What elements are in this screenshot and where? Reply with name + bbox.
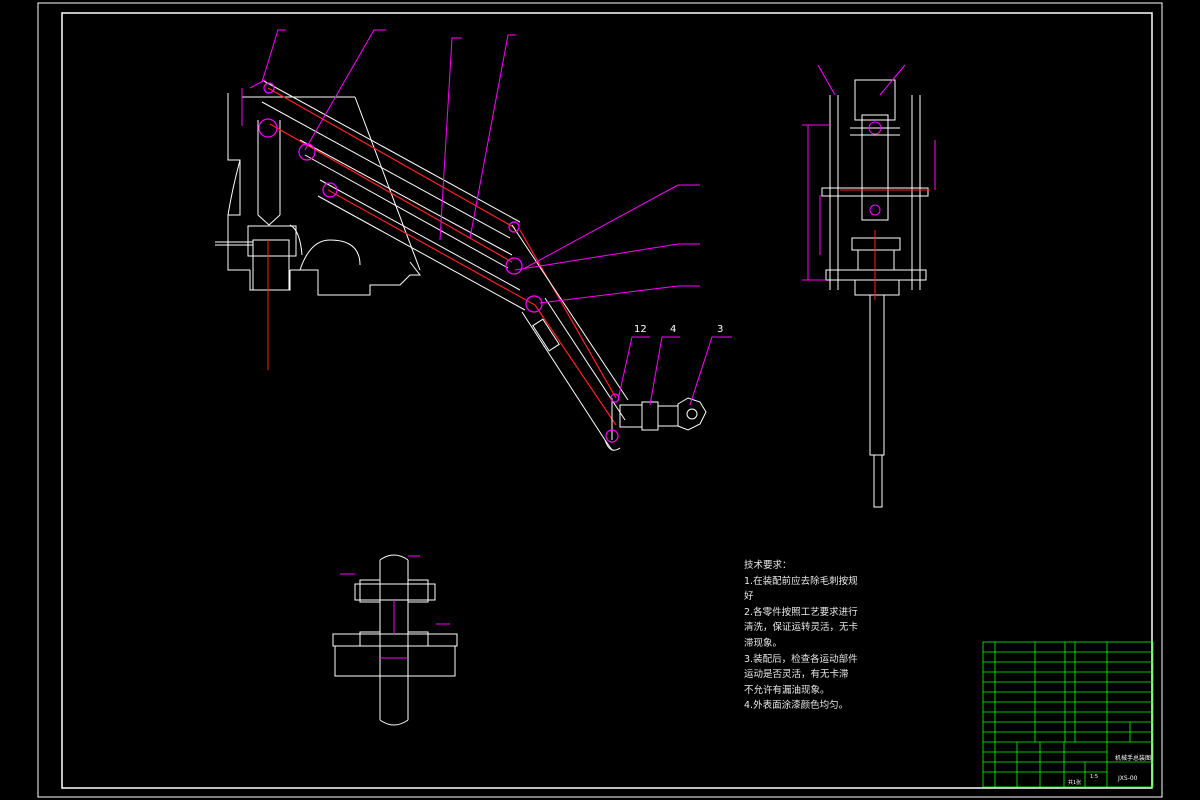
- base-bracket: [215, 93, 422, 296]
- joint-6: [505, 257, 523, 275]
- parallel-rods: [267, 87, 617, 426]
- drawing-sheet: 共1张: [1068, 779, 1081, 786]
- title-block-text: 机械手总装图 JXS-00 1:5 共1张: [1068, 754, 1151, 786]
- pin-detail-view: [332, 554, 458, 726]
- note-line: 好: [744, 591, 754, 603]
- note-line: 2.各零件按照工艺要求进行: [744, 606, 858, 618]
- cad-drawing-canvas: 12 4 3 机械手总装图 JXS-00 1:5 共1张: [37, 2, 1163, 798]
- technical-requirements: 技术要求： 1.在装配前应去除毛刺按规 好 2.各零件按照工艺要求进行 清洗，保…: [744, 558, 859, 714]
- note-line: 3.装配后，检查各运动部件: [744, 653, 858, 665]
- gripper-assembly: [611, 397, 707, 440]
- drawing-frame: [37, 2, 1163, 798]
- note-line: 4.外表面涂漆颜色均匀。: [744, 700, 849, 712]
- vertical-column: [257, 120, 281, 226]
- notes-title: 技术要求：: [744, 560, 792, 571]
- note-line: 1.在装配前应去除毛刺按规: [744, 575, 858, 587]
- joint-2: [258, 118, 278, 138]
- main-assembly-view: 12 4 3: [215, 29, 732, 451]
- note-line: 滞现象。: [744, 637, 783, 649]
- callout-3: 3: [717, 324, 723, 335]
- drawing-scale: 1:5: [1090, 774, 1098, 780]
- title-block: [982, 641, 1154, 788]
- note-line: 运动是否灵活，有无卡滞: [744, 669, 849, 681]
- outer-frame: [37, 2, 1163, 798]
- callout-12: 12: [634, 324, 647, 335]
- callout-numbers: 12 4 3: [634, 324, 723, 335]
- note-line: 不允许有漏油现象。: [744, 684, 830, 696]
- drawing-number: JXS-00: [1117, 775, 1138, 782]
- leader-lines: [241, 29, 732, 406]
- note-line: 清洗，保证运转灵活，无卡: [744, 622, 859, 634]
- drawing-title: 机械手总装图: [1115, 754, 1151, 762]
- callout-4: 4: [670, 324, 676, 335]
- side-view: [802, 64, 936, 508]
